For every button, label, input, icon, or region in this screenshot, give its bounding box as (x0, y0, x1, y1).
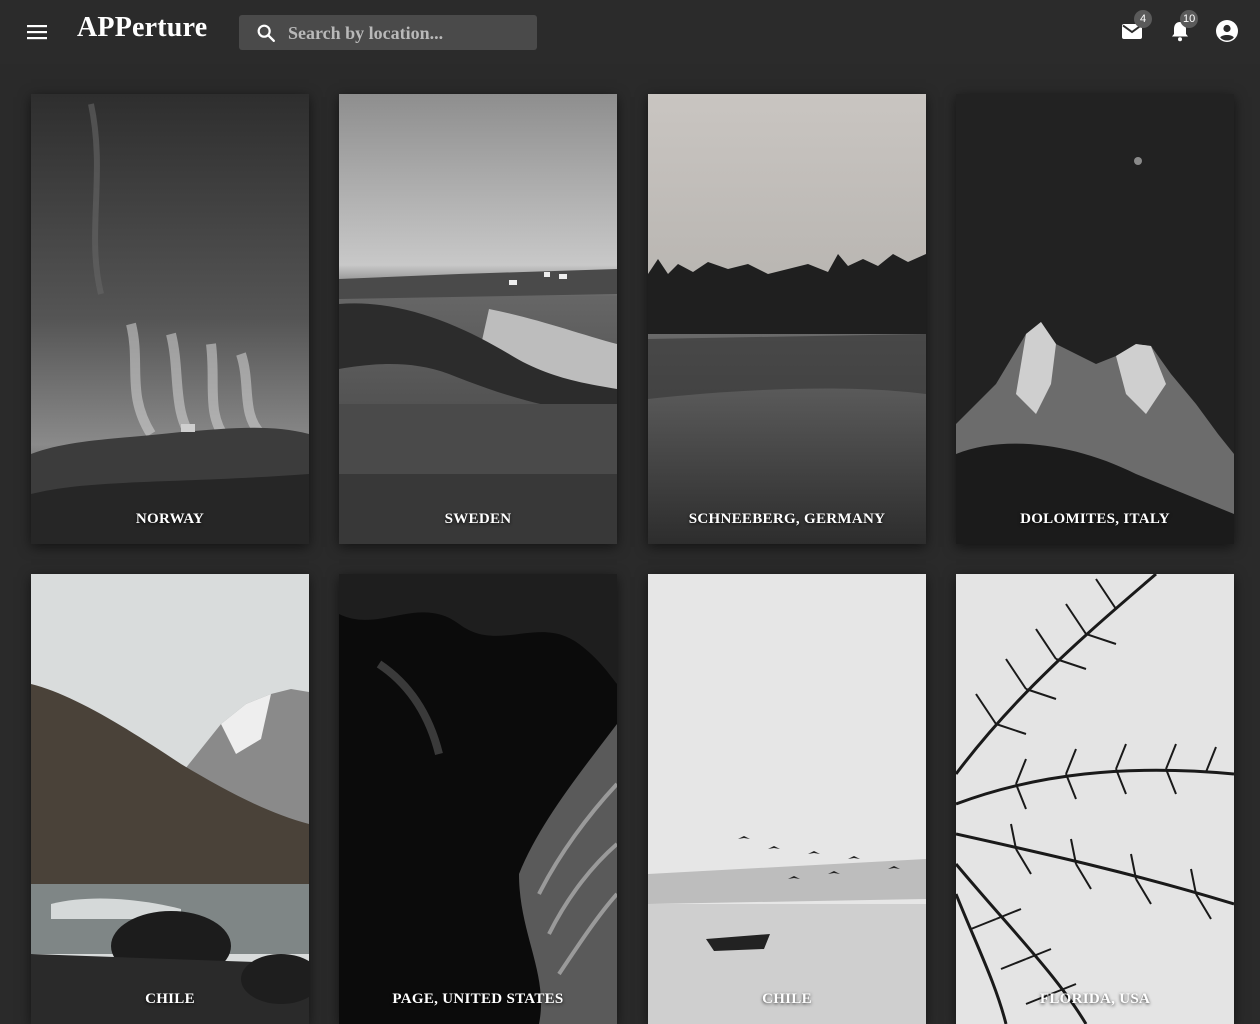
search-icon (255, 22, 277, 44)
menu-icon[interactable] (25, 20, 49, 44)
photo-caption: CHILE (762, 991, 812, 1007)
photo-caption: DOLOMITES, ITALY (1020, 511, 1170, 527)
account-circle-icon (1215, 20, 1239, 47)
mail-icon (1120, 24, 1144, 47)
photo-card-chile-1[interactable]: CHILE (31, 574, 309, 1024)
app-title: APPerture (77, 12, 208, 43)
photo-card-chile-2[interactable]: CHILE (648, 574, 926, 1024)
photo-caption: FLORIDA, USA (1039, 991, 1151, 1007)
photo-page-canyon (339, 574, 617, 1024)
photo-dolomites (956, 94, 1234, 544)
photo-card-schneeberg[interactable]: SCHNEEBERG, GERMANY (648, 94, 926, 544)
photo-card-sweden[interactable]: SWEDEN (339, 94, 617, 544)
mail-badge: 4 (1134, 10, 1152, 28)
photo-caption: NORWAY (135, 511, 205, 527)
search-bar[interactable] (239, 15, 537, 52)
search-input[interactable] (286, 15, 530, 52)
photo-chile-mountains (31, 574, 309, 1024)
photo-card-page[interactable]: PAGE, UNITED STATES (339, 574, 617, 1024)
photo-sweden (339, 94, 617, 544)
photo-caption: SCHNEEBERG, GERMANY (688, 511, 886, 527)
mail-button[interactable]: 4 (1120, 10, 1152, 47)
photo-caption: PAGE, UNITED STATES (392, 991, 564, 1007)
photo-caption: SWEDEN (444, 511, 512, 527)
photo-chile-lake (648, 574, 926, 1024)
photo-caption: CHILE (145, 991, 195, 1007)
photo-card-florida[interactable]: FLORIDA, USA (956, 574, 1234, 1024)
photo-card-dolomites[interactable]: DOLOMITES, ITALY (956, 94, 1234, 544)
notifications-button[interactable]: 10 (1168, 10, 1199, 47)
account-button[interactable] (1215, 19, 1241, 45)
bell-icon (1168, 22, 1192, 47)
photo-norway (31, 94, 309, 544)
notifications-badge: 10 (1180, 10, 1199, 28)
photo-florida-palm (956, 574, 1234, 1024)
photo-schneeberg (648, 94, 926, 544)
app-bar: APPerture 4 10 (0, 0, 1260, 64)
photo-card-norway[interactable]: NORWAY (31, 94, 309, 544)
